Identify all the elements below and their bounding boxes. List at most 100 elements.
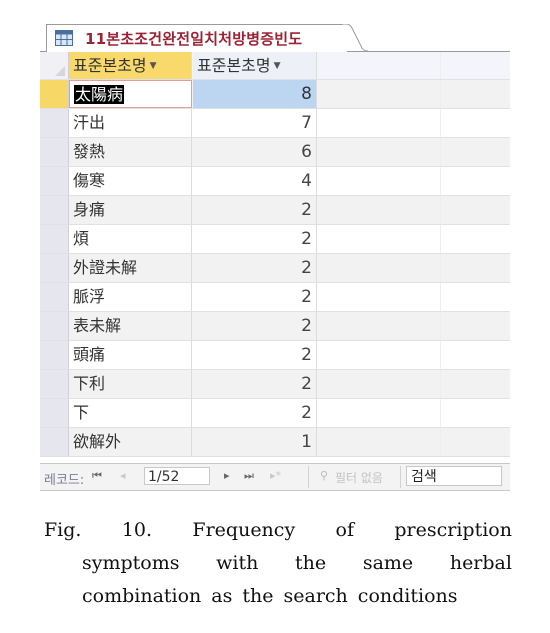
empty-cell bbox=[318, 312, 441, 340]
symptom-cell[interactable]: 欲解外 bbox=[69, 428, 192, 456]
count-cell[interactable]: 2 bbox=[193, 399, 317, 427]
count-cell[interactable]: 2 bbox=[193, 283, 317, 311]
record-navigation-bar: 레코드: ⏮ ◂ 1/52 ▸ ⏭ ▸* ⚲ 필터 없음 검색 bbox=[40, 463, 510, 491]
record-selector[interactable] bbox=[40, 370, 69, 398]
count-cell[interactable]: 2 bbox=[193, 196, 317, 224]
caption-word: of bbox=[335, 519, 355, 541]
count-cell[interactable]: 2 bbox=[193, 341, 317, 369]
caption-word: the bbox=[295, 552, 327, 574]
first-record-icon[interactable]: ⏮ bbox=[92, 469, 102, 483]
datasheet-window: 11본초조건완전일치처방병증빈도 표준본초명 ▼ 표준본초명 ▼ 太陽病 8 汗出 … bbox=[40, 20, 510, 495]
new-record-icon[interactable]: ▸* bbox=[270, 469, 281, 482]
previous-record-icon[interactable]: ◂ bbox=[120, 469, 126, 482]
empty-cell bbox=[318, 283, 441, 311]
empty-cell bbox=[318, 370, 441, 398]
table-row[interactable]: 脈浮 2 bbox=[40, 283, 510, 312]
empty-cell bbox=[318, 254, 441, 282]
table-row[interactable]: 頭痛 2 bbox=[40, 341, 510, 370]
caption-line-1: Fig. 10. Frequency of prescription bbox=[44, 514, 512, 547]
record-label: 레코드: bbox=[44, 473, 85, 488]
record-selector[interactable] bbox=[40, 312, 69, 340]
table-row[interactable]: 發熱 6 bbox=[40, 138, 510, 167]
symptom-cell[interactable]: 下利 bbox=[69, 370, 192, 398]
count-cell[interactable]: 2 bbox=[193, 254, 317, 282]
table-row[interactable]: 欲解外 1 bbox=[40, 428, 510, 457]
empty-cell bbox=[318, 196, 441, 224]
select-all-corner[interactable] bbox=[40, 52, 69, 79]
table-row[interactable]: 汗出 7 bbox=[40, 109, 510, 138]
record-selector[interactable] bbox=[40, 167, 69, 195]
count-cell[interactable]: 7 bbox=[193, 109, 317, 137]
caption-line-3: combination as the search conditions bbox=[44, 580, 512, 613]
filter-status-button[interactable]: 필터 없음 bbox=[335, 469, 383, 486]
symptom-cell[interactable]: 煩 bbox=[69, 225, 192, 253]
symptom-cell[interactable]: 下 bbox=[69, 399, 192, 427]
symptom-cell[interactable]: 發熱 bbox=[69, 138, 192, 166]
record-selector[interactable] bbox=[40, 225, 69, 253]
record-selector[interactable] bbox=[40, 399, 69, 427]
caption-word: search bbox=[283, 585, 348, 607]
record-selector[interactable] bbox=[40, 196, 69, 224]
symptom-cell[interactable]: 傷寒 bbox=[69, 167, 192, 195]
table-row[interactable]: 煩 2 bbox=[40, 225, 510, 254]
table-row[interactable]: 太陽病 8 bbox=[40, 80, 510, 109]
next-record-icon[interactable]: ▸ bbox=[224, 469, 230, 482]
count-cell[interactable]: 2 bbox=[193, 225, 317, 253]
caption-word: same bbox=[362, 552, 414, 574]
record-selector[interactable] bbox=[40, 254, 69, 282]
table-row[interactable]: 傷寒 4 bbox=[40, 167, 510, 196]
symptom-cell[interactable]: 汗出 bbox=[69, 109, 192, 137]
query-tab[interactable]: 11본초조건완전일치처방병증빈도 bbox=[46, 24, 347, 53]
count-cell[interactable]: 2 bbox=[193, 312, 317, 340]
table-row[interactable]: 外證未解 2 bbox=[40, 254, 510, 283]
caption-word: 10. bbox=[121, 519, 153, 541]
record-selector[interactable] bbox=[40, 109, 69, 137]
empty-cell bbox=[318, 341, 441, 369]
caption-word: with bbox=[216, 552, 259, 574]
table-row[interactable]: 下 2 bbox=[40, 399, 510, 428]
column-header-label: 표준본초명 bbox=[197, 56, 271, 75]
empty-cell bbox=[318, 80, 441, 108]
symptom-cell[interactable]: 表未解 bbox=[69, 312, 192, 340]
datasheet-grid: 표준본초명 ▼ 표준본초명 ▼ 太陽病 8 汗出 7 發熱 6 傷寒 4 身痛 … bbox=[40, 52, 510, 457]
record-selector[interactable] bbox=[40, 283, 69, 311]
column-header-1[interactable]: 표준본초명 ▼ bbox=[69, 52, 192, 79]
table-row[interactable]: 下利 2 bbox=[40, 370, 510, 399]
empty-cell bbox=[318, 109, 441, 137]
record-selector[interactable] bbox=[40, 80, 69, 108]
caption-line-2: symptoms with the same herbal bbox=[44, 547, 512, 580]
filter-icon[interactable]: ⚲ bbox=[320, 469, 328, 482]
count-cell[interactable]: 2 bbox=[193, 370, 317, 398]
tab-edge bbox=[342, 24, 368, 52]
record-selector[interactable] bbox=[40, 138, 69, 166]
count-cell[interactable]: 4 bbox=[193, 167, 317, 195]
count-cell[interactable]: 6 bbox=[193, 138, 317, 166]
current-record-input[interactable]: 1/52 bbox=[144, 467, 210, 485]
symptom-cell[interactable]: 太陽病 bbox=[69, 80, 192, 108]
column-header-2[interactable]: 표준본초명 ▼ bbox=[193, 52, 317, 79]
document-tab-bar: 11본초조건완전일치처방병증빈도 bbox=[40, 20, 510, 53]
caption-word: as bbox=[211, 585, 233, 607]
count-cell[interactable]: 1 bbox=[193, 428, 317, 456]
symptom-cell[interactable]: 頭痛 bbox=[69, 341, 192, 369]
separator bbox=[400, 466, 401, 488]
empty-cell bbox=[318, 225, 441, 253]
last-record-icon[interactable]: ⏭ bbox=[244, 469, 254, 483]
empty-cell bbox=[318, 167, 441, 195]
count-cell[interactable]: 8 bbox=[193, 80, 317, 108]
caption-word: symptoms bbox=[82, 552, 180, 574]
symptom-cell[interactable]: 身痛 bbox=[69, 196, 192, 224]
sort-dropdown-icon[interactable]: ▼ bbox=[150, 61, 157, 71]
empty-cell bbox=[318, 399, 441, 427]
empty-column-header bbox=[318, 52, 441, 79]
symptom-cell[interactable]: 外證未解 bbox=[69, 254, 192, 282]
sort-dropdown-icon[interactable]: ▼ bbox=[274, 61, 281, 71]
selected-text: 太陽病 bbox=[74, 85, 125, 104]
figure-caption: Fig. 10. Frequency of prescription sympt… bbox=[44, 514, 512, 613]
search-input[interactable]: 검색 bbox=[406, 466, 502, 486]
table-row[interactable]: 表未解 2 bbox=[40, 312, 510, 341]
symptom-cell[interactable]: 脈浮 bbox=[69, 283, 192, 311]
table-row[interactable]: 身痛 2 bbox=[40, 196, 510, 225]
record-selector[interactable] bbox=[40, 428, 69, 456]
record-selector[interactable] bbox=[40, 341, 69, 369]
